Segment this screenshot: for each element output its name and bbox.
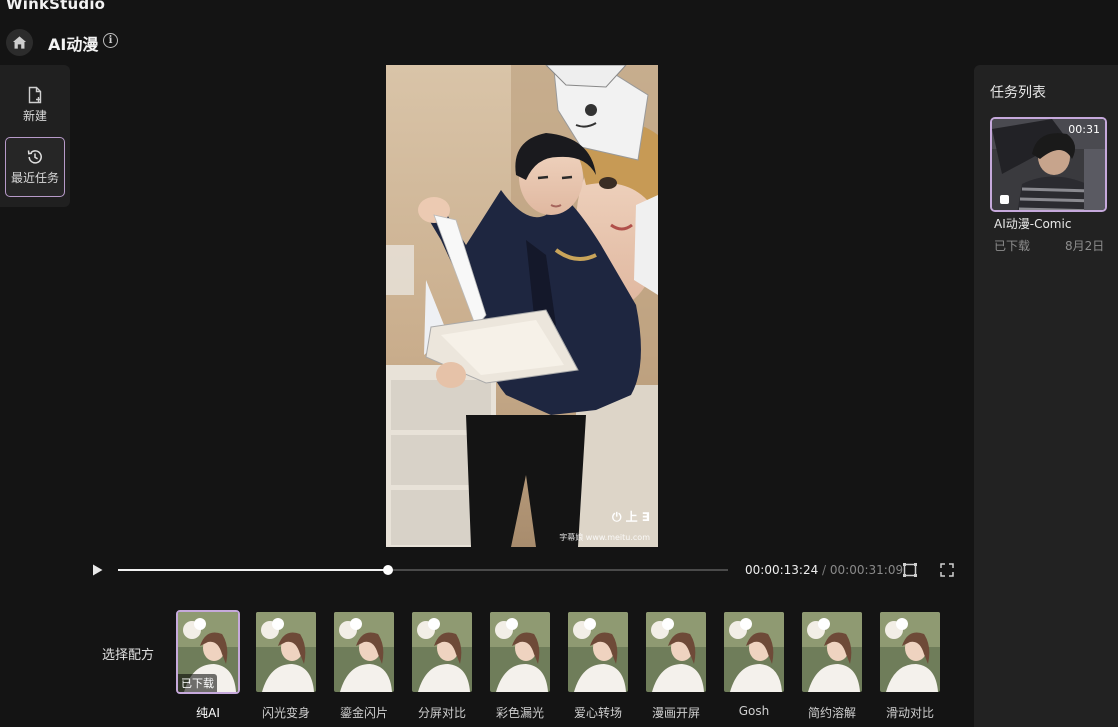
preset-item[interactable]: Gosh: [722, 610, 786, 718]
preset-thumbnail[interactable]: [254, 610, 318, 694]
preset-item[interactable]: 滑动对比: [878, 610, 942, 721]
preset-thumbnail[interactable]: [488, 610, 552, 694]
player-controls: 00:00:13:24 / 00:00:31:09: [86, 558, 966, 582]
preset-thumbnail-image: [334, 612, 394, 692]
preset-thumbnail[interactable]: [644, 610, 708, 694]
app-title: WinkStudio: [6, 0, 106, 13]
recent-tasks-label: 最近任务: [10, 171, 59, 185]
progress-fill: [118, 569, 389, 571]
left-sidebar: 新建 最近任务: [0, 65, 70, 207]
time-separator: /: [818, 563, 830, 577]
preset-thumbnail-image: [880, 612, 940, 692]
page-title: AI动漫: [48, 35, 99, 54]
preset-name: 爱心转场: [573, 706, 622, 720]
watermark-logo: ⏻ 上 ∃: [611, 510, 650, 524]
preset-thumbnail-image: [412, 612, 472, 692]
task-thumbnail[interactable]: 00:31: [990, 117, 1107, 212]
preset-item[interactable]: 分屏对比: [410, 610, 474, 721]
preset-item[interactable]: 彩色漏光: [488, 610, 552, 721]
history-icon: [27, 150, 42, 164]
task-list-title: 任务列表: [990, 85, 1046, 101]
preset-item[interactable]: 简约溶解: [800, 610, 864, 721]
preset-name: 鎏金闪片: [339, 706, 388, 720]
preset-name: Gosh: [738, 704, 770, 718]
task-select-checkbox[interactable]: [1000, 195, 1009, 204]
preset-thumbnail-image: [646, 612, 706, 692]
preset-thumbnail[interactable]: [410, 610, 474, 694]
current-time: 00:00:13:24: [745, 563, 819, 577]
task-duration: 00:31: [1068, 123, 1100, 136]
home-icon: [12, 36, 27, 49]
home-button[interactable]: [6, 29, 33, 56]
preset-name: 漫画开屏: [651, 706, 700, 720]
new-button[interactable]: 新建: [5, 75, 65, 135]
preset-name: 分屏对比: [417, 706, 466, 720]
preset-item[interactable]: 闪光变身: [254, 610, 318, 721]
task-name[interactable]: AI动漫-Comic: [994, 215, 1071, 232]
preset-name: 彩色漏光: [495, 706, 544, 720]
play-icon[interactable]: [90, 563, 104, 577]
preset-thumbnail[interactable]: [800, 610, 864, 694]
preset-section-label: 选择配方: [102, 648, 155, 663]
preset-thumbnail[interactable]: [332, 610, 396, 694]
watermark-text: 字幕娘 www.meitu.com: [559, 533, 650, 542]
preset-thumbnail-image: [256, 612, 316, 692]
new-file-icon: [28, 86, 42, 104]
preset-thumbnail-image: [802, 612, 862, 692]
preset-thumbnail-image: [568, 612, 628, 692]
anime-frame-image: [386, 65, 658, 547]
preset-thumbnail-image: [724, 612, 784, 692]
video-preview[interactable]: ⏻ 上 ∃ 字幕娘 www.meitu.com: [386, 65, 658, 547]
task-date: 8月2日: [1065, 239, 1105, 253]
preset-item[interactable]: 爱心转场: [566, 610, 630, 721]
downloaded-badge: 已下载: [178, 674, 217, 692]
preset-item[interactable]: 已下载纯AI: [176, 610, 240, 721]
preset-thumbnail[interactable]: [878, 610, 942, 694]
preset-name: 闪光变身: [261, 706, 310, 720]
fullscreen-icon[interactable]: [939, 562, 955, 578]
info-icon[interactable]: i: [103, 33, 118, 48]
preset-name: 纯AI: [196, 706, 220, 720]
preset-thumbnail[interactable]: [566, 610, 630, 694]
time-display: 00:00:13:24 / 00:00:31:09: [745, 563, 903, 577]
preset-item[interactable]: 漫画开屏: [644, 610, 708, 721]
preset-thumbnail[interactable]: [722, 610, 786, 694]
preset-item[interactable]: 鎏金闪片: [332, 610, 396, 721]
progress-track[interactable]: [118, 565, 728, 575]
preset-name: 简约溶解: [807, 706, 856, 720]
preset-thumbnail-image: [490, 612, 550, 692]
task-panel: 任务列表 00:31 AI动漫-Comic 已下载 8月2日: [974, 65, 1118, 727]
preset-thumbnail[interactable]: 已下载: [176, 610, 240, 694]
crop-frame-icon[interactable]: [902, 562, 918, 578]
total-time: 00:00:31:09: [829, 563, 904, 577]
new-label: 新建: [22, 109, 47, 123]
recent-tasks-button[interactable]: 最近任务: [5, 137, 65, 197]
task-status: 已下载: [994, 239, 1031, 253]
progress-handle[interactable]: [383, 565, 394, 575]
preset-name: 滑动对比: [885, 706, 934, 720]
